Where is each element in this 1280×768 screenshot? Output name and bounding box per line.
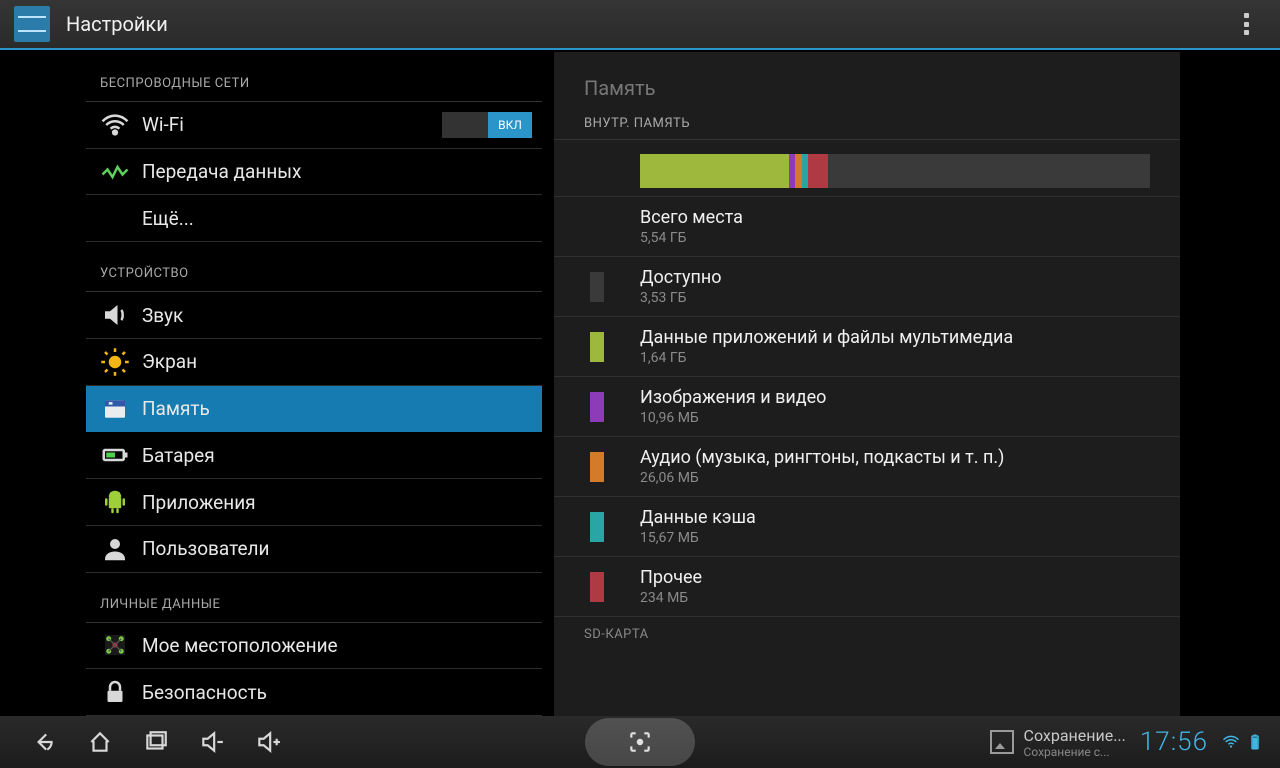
section-header-personal: ЛИЧНЫЕ ДАННЫЕ (86, 573, 542, 623)
data-usage-icon (88, 157, 142, 187)
storage-label: Доступно (640, 267, 722, 288)
swatch-apps (590, 332, 604, 362)
storage-value: 10,96 МБ (640, 410, 826, 426)
storage-row-total[interactable]: Всего места 5,54 ГБ (554, 197, 1180, 257)
sidebar-item-data-usage[interactable]: Передача данных (86, 149, 542, 196)
system-navbar: Сохранение... Сохранение с... 17:56 (0, 716, 1280, 768)
sidebar-item-label: Пользователи (142, 537, 532, 560)
battery-icon (88, 440, 142, 470)
sidebar-item-sound[interactable]: Звук (86, 292, 542, 339)
storage-pane: Память ВНУТР. ПАМЯТЬ Всего места 5,54 ГБ… (554, 52, 1180, 716)
section-header-wireless: БЕСПРОВОДНЫЕ СЕТИ (86, 52, 542, 102)
swatch-cache (590, 512, 604, 542)
image-icon (990, 730, 1014, 754)
toast-subtitle: Сохранение с... (1024, 745, 1126, 759)
storage-value: 26,06 МБ (640, 470, 1004, 486)
home-button[interactable] (72, 722, 128, 762)
wifi-toggle[interactable]: ВКЛ (442, 112, 532, 138)
storage-label: Изображения и видео (640, 387, 826, 408)
storage-usage-bar-row (554, 140, 1180, 197)
workspace: БЕСПРОВОДНЫЕ СЕТИ Wi-Fi ВКЛ Передача дан… (0, 52, 1280, 716)
sidebar-item-label: Передача данных (142, 160, 532, 183)
app-title: Настройки (66, 12, 168, 36)
storage-bar-segment (640, 154, 789, 188)
sidebar-item-users[interactable]: Пользователи (86, 526, 542, 573)
storage-value: 5,54 ГБ (640, 230, 743, 246)
recent-apps-button[interactable] (128, 722, 184, 762)
display-icon (88, 347, 142, 377)
sidebar-item-label: Звук (142, 304, 532, 327)
storage-label: Всего места (640, 207, 743, 228)
sidebar-item-label: Приложения (142, 491, 532, 514)
wifi-status-icon (1222, 733, 1240, 751)
sidebar-item-more[interactable]: Ещё... (86, 195, 542, 242)
sidebar-item-display[interactable]: Экран (86, 339, 542, 386)
sd-card-header: SD-КАРТА (554, 617, 1180, 646)
storage-label: Аудио (музыка, рингтоны, подкасты и т. п… (640, 447, 1004, 468)
battery-status-icon (1246, 733, 1264, 751)
sidebar-item-security[interactable]: Безопасность (86, 669, 542, 716)
status-clock[interactable]: 17:56 (1140, 727, 1208, 757)
storage-value: 1,64 ГБ (640, 350, 1013, 366)
back-button[interactable] (16, 722, 72, 762)
storage-row-cache[interactable]: Данные кэша 15,67 МБ (554, 497, 1180, 557)
settings-icon (14, 6, 50, 42)
storage-icon (88, 394, 142, 424)
volume-down-button[interactable] (184, 722, 240, 762)
swatch-images (590, 392, 604, 422)
overflow-menu-icon[interactable] (1244, 13, 1250, 35)
sidebar-item-location[interactable]: Мое местоположение (86, 623, 542, 670)
sidebar-item-label: Память (142, 397, 532, 420)
sidebar-item-battery[interactable]: Батарея (86, 432, 542, 479)
sidebar-item-label: Ещё... (142, 207, 532, 230)
storage-value: 3,53 ГБ (640, 290, 722, 306)
user-icon (88, 534, 142, 564)
section-header-device: УСТРОЙСТВО (86, 242, 542, 292)
sidebar-item-label: Экран (142, 350, 532, 373)
sidebar-item-label: Батарея (142, 444, 532, 467)
storage-value: 234 МБ (640, 590, 702, 606)
sidebar-item-wifi[interactable]: Wi-Fi ВКЛ (86, 102, 542, 149)
storage-bar-segment (808, 154, 829, 188)
storage-row-images[interactable]: Изображения и видео 10,96 МБ (554, 377, 1180, 437)
volume-up-button[interactable] (240, 722, 296, 762)
settings-sidebar: БЕСПРОВОДНЫЕ СЕТИ Wi-Fi ВКЛ Передача дан… (86, 52, 542, 716)
sidebar-item-apps[interactable]: Приложения (86, 479, 542, 526)
title-bar: Настройки (0, 0, 1280, 50)
toast-title: Сохранение... (1024, 726, 1126, 745)
storage-usage-bar (640, 154, 1150, 188)
screenshot-toast[interactable]: Сохранение... Сохранение с... (990, 726, 1126, 759)
android-icon (88, 487, 142, 517)
storage-bar-segment (828, 154, 1150, 188)
swatch-audio (590, 452, 604, 482)
storage-label: Прочее (640, 567, 702, 588)
storage-row-misc[interactable]: Прочее 234 МБ (554, 557, 1180, 617)
storage-row-apps[interactable]: Данные приложений и файлы мультимедиа 1,… (554, 317, 1180, 377)
location-icon (88, 630, 142, 660)
storage-label: Данные приложений и файлы мультимедиа (640, 327, 1013, 348)
sidebar-item-storage[interactable]: Память (86, 386, 542, 433)
sidebar-item-label: Мое местоположение (142, 634, 532, 657)
swatch-available (590, 272, 604, 302)
storage-value: 15,67 МБ (640, 530, 756, 546)
pane-title: Память (554, 52, 1180, 116)
storage-row-available[interactable]: Доступно 3,53 ГБ (554, 257, 1180, 317)
sidebar-item-label: Безопасность (142, 681, 532, 704)
toggle-on-label: ВКЛ (498, 118, 522, 132)
wifi-icon (88, 110, 142, 140)
storage-label: Данные кэша (640, 507, 756, 528)
sidebar-item-label: Wi-Fi (142, 113, 442, 136)
status-icons[interactable] (1222, 733, 1264, 751)
lock-icon (88, 677, 142, 707)
sound-icon (88, 300, 142, 330)
screenshot-button[interactable] (585, 718, 695, 766)
storage-row-audio[interactable]: Аудио (музыка, рингтоны, подкасты и т. п… (554, 437, 1180, 497)
swatch-misc (590, 572, 604, 602)
internal-storage-header: ВНУТР. ПАМЯТЬ (554, 116, 1180, 140)
